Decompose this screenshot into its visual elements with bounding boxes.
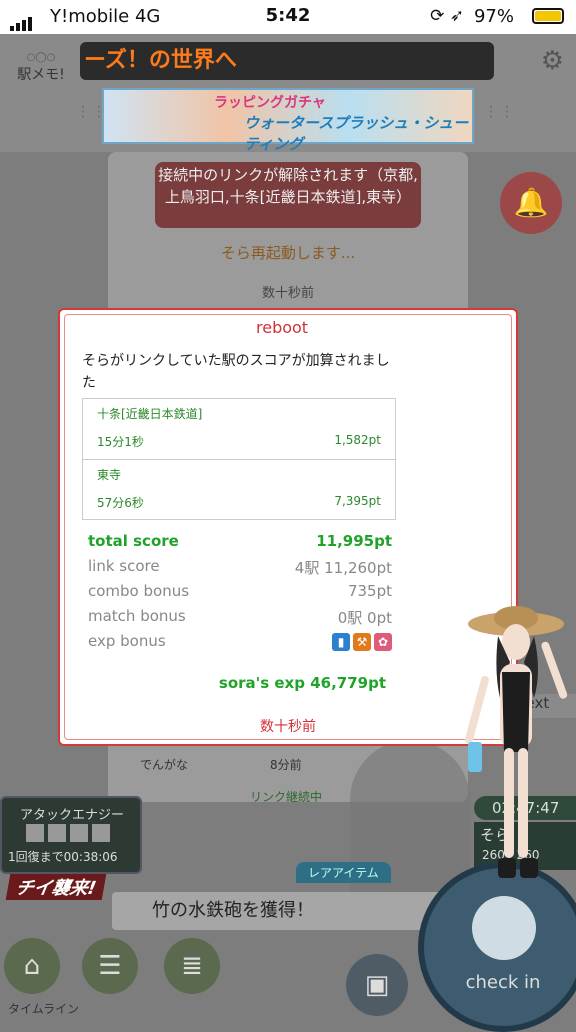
total-score-row: total score 11,995pt: [88, 532, 392, 550]
attack-energy-title: アタックエナジー: [20, 808, 125, 823]
station-points: 1,582pt: [334, 433, 381, 447]
attack-energy-panel: アタックエナジー 1回復まで00:38:06: [0, 796, 142, 874]
station-score-list: 十条[近畿日本鉄道] 15分1秒 1,582pt 東寺 57分6秒 7,395p…: [82, 398, 396, 520]
character-illustration: [464, 606, 568, 878]
home-icon[interactable]: ⌂: [4, 938, 60, 994]
dialog-time-ago: 数十秒前: [260, 719, 316, 735]
combo-bonus-row: combo bonus 735pt: [88, 582, 392, 600]
app-logo[interactable]: ○◯○ 駅メモ!: [12, 48, 70, 92]
banner-subtitle: ウォータースプラッシュ・シューティング: [244, 114, 469, 153]
total-score-value: 11,995pt: [316, 532, 392, 550]
news-marquee[interactable]: ーズ！の世界へ: [80, 42, 494, 80]
exp-bonus-label: exp bonus: [88, 632, 166, 650]
link-score-value: 4駅 11,260pt: [294, 559, 392, 577]
station-duration: 57分6秒: [97, 496, 144, 510]
link-status: リンク継続中: [250, 790, 323, 804]
dialog-title: reboot: [256, 318, 309, 337]
energy-bars: [26, 824, 114, 846]
battery-icon: [532, 8, 564, 24]
list-icon[interactable]: ☰: [82, 938, 138, 994]
combo-bonus-label: combo bonus: [88, 582, 190, 600]
link-score-row: link score 4駅 11,260pt: [88, 557, 392, 577]
location-icon: ⟳ ➶: [430, 6, 464, 26]
match-bonus-label: match bonus: [88, 607, 186, 625]
station-duration: 15分1秒: [97, 435, 144, 449]
background-time-ago: 数十秒前: [261, 286, 314, 301]
station-points: 7,395pt: [334, 494, 381, 508]
timeline-label[interactable]: タイムライン: [8, 1000, 79, 1017]
timeline-station: でんがな: [140, 758, 189, 772]
battery-percent: 97%: [473, 6, 514, 27]
attack-recover-timer: 1回復まで00:38:06: [8, 850, 118, 864]
tool-icon: ⚒: [353, 633, 371, 651]
combo-bonus-value: 735pt: [347, 582, 392, 600]
checkin-label: check in: [465, 972, 541, 993]
character-exp: sora's exp 46,779pt: [218, 674, 386, 692]
station-name: 十条[近畿日本鉄道]: [97, 407, 203, 421]
dialog-message: そらがリンクしていた駅のスコアが加算されました: [82, 353, 390, 391]
station-row: 十条[近畿日本鉄道] 15分1秒 1,582pt: [83, 399, 395, 459]
exp-bonus-badges: ▮ ⚒ ✿: [329, 632, 392, 651]
item-message[interactable]: 竹の水鉄砲を獲得！: [112, 892, 442, 930]
chii-raid-label[interactable]: チイ襲来!: [5, 874, 107, 900]
app-header: ○◯○ 駅メモ! ーズ！の世界へ ⚙ ⋮⋮ ラッピングガチャ ウォータースプラッシ…: [0, 34, 576, 153]
status-bar: Y!mobile 4G 5:42 ⟳ ➶ 97%: [0, 0, 576, 34]
water-bottle-icon: ▮: [332, 633, 350, 651]
reboot-dialog: reboot そらがリンクしていた駅のスコアが加算されました 十条[近畿日本鉄道…: [58, 308, 568, 878]
exp-bonus-row: exp bonus ▮ ⚒ ✿: [88, 632, 392, 651]
gacha-banner[interactable]: ラッピングガチャ ウォータースプラッシュ・シューティング: [102, 88, 474, 153]
bell-icon[interactable]: 🔔: [500, 172, 562, 234]
match-bonus-value: 0駅 0pt: [337, 609, 392, 627]
link-score-label: link score: [88, 557, 160, 575]
total-score-label: total score: [88, 532, 179, 550]
train-list-icon[interactable]: ≣: [164, 938, 220, 994]
timeline-time: 8分前: [270, 758, 302, 772]
unlink-alert: 接続中のリンクが解除されます（京都,上鳥羽口,十条[近畿日本鉄道],東寺）: [155, 162, 421, 228]
rare-item-tab[interactable]: レアアイテム: [296, 862, 391, 883]
bag-icon[interactable]: ▣: [346, 954, 408, 1016]
station-name: 東寺: [97, 468, 122, 482]
banner-next-dots: ⋮⋮: [484, 104, 516, 120]
gear-icon[interactable]: ⚙: [541, 46, 564, 76]
banner-title: ラッピングガチャ: [214, 95, 326, 111]
flower-icon: ✿: [374, 633, 392, 651]
reboot-notice: そら再起動します...: [220, 244, 356, 262]
station-row: 東寺 57分6秒 7,395pt: [83, 460, 395, 520]
match-bonus-row: match bonus 0駅 0pt: [88, 607, 392, 627]
